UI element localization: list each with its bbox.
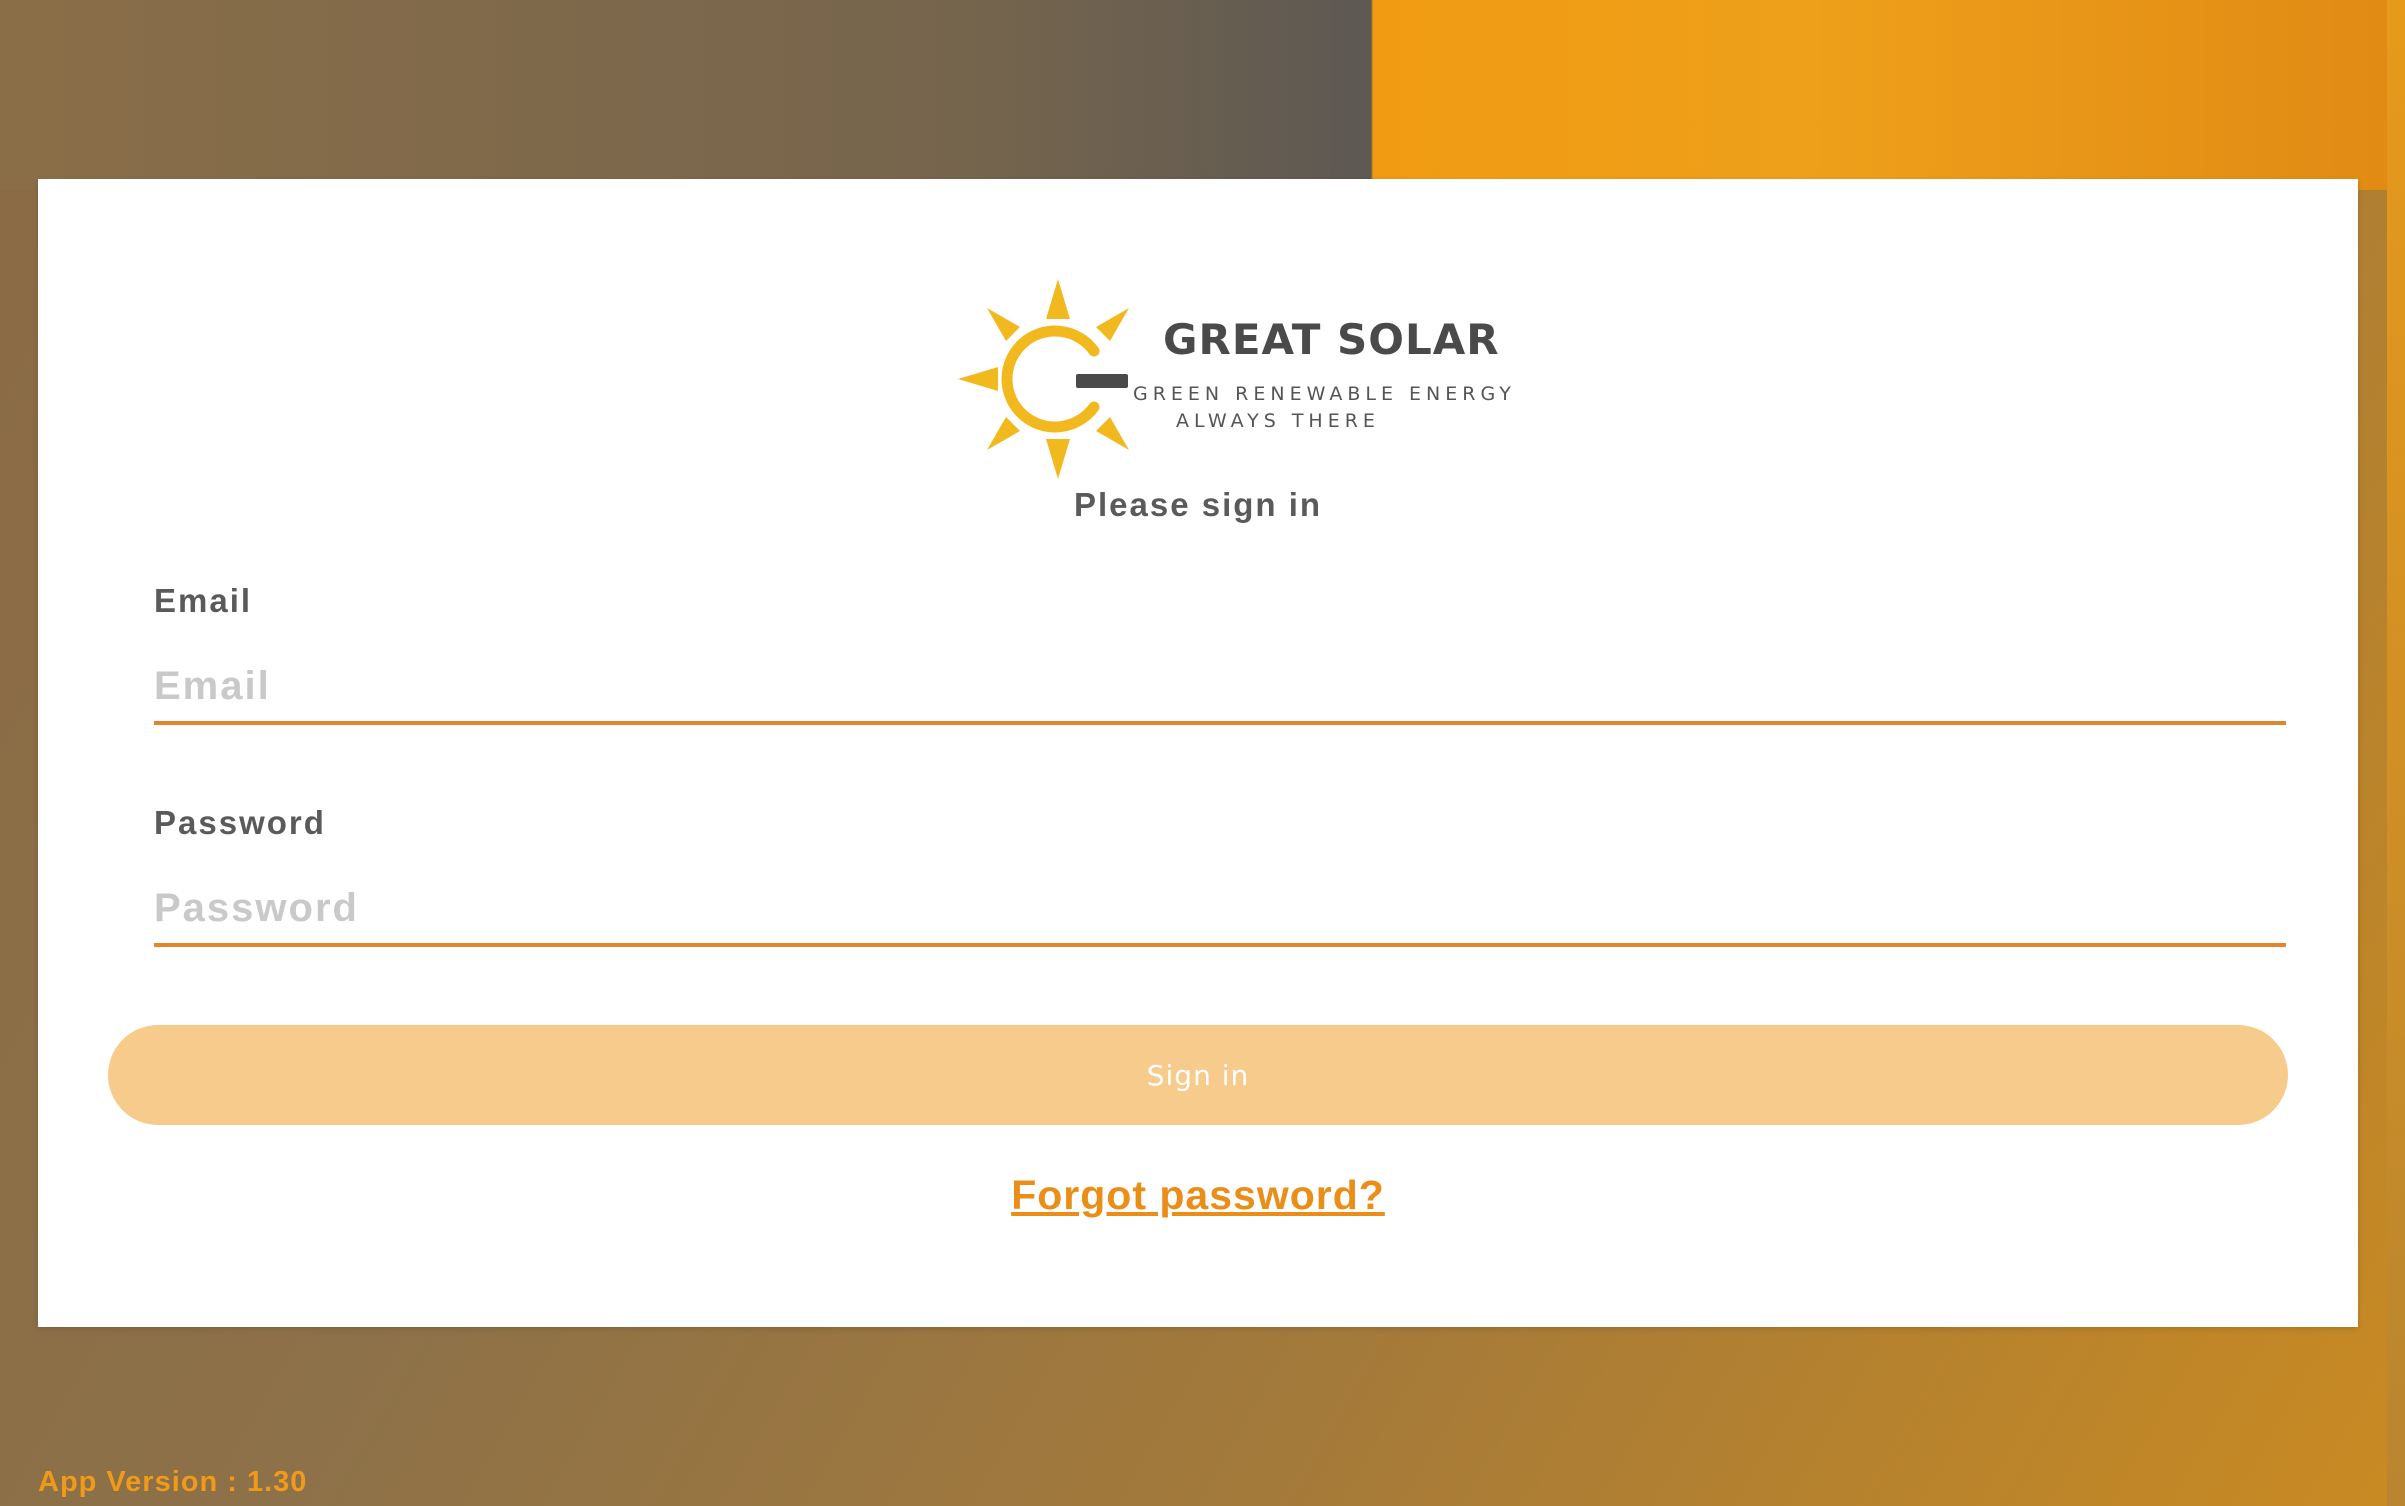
header-slant (1330, 0, 1410, 190)
sign-in-button[interactable]: Sign in (108, 1025, 2288, 1125)
page-subtitle: Please sign in (1073, 486, 1323, 523)
header-background-band (0, 0, 2405, 190)
brand-tagline-line2: ALWAYS THERE (1176, 410, 1380, 432)
email-label: Email (154, 582, 253, 619)
forgot-password-link[interactable]: Forgot password? (1011, 1172, 1385, 1218)
right-edge-strip (2387, 0, 2405, 1506)
forgot-password-container: Forgot password? (38, 1172, 2358, 1219)
password-label: Password (154, 804, 326, 841)
brand-tagline-line1: GREEN RENEWABLE ENERGY (1133, 383, 1516, 405)
email-input[interactable] (154, 651, 2286, 725)
password-input[interactable] (154, 873, 2286, 947)
login-card: GREAT SOLAR GREEN RENEWABLE ENERGY ALWAY… (38, 179, 2358, 1327)
brand-logo: GREAT SOLAR GREEN RENEWABLE ENERGY ALWAY… (958, 279, 1511, 479)
brand-name: GREAT SOLAR (1163, 315, 1500, 364)
sun-logo-icon (958, 279, 1129, 479)
app-version: App Version : 1.30 (38, 1466, 308, 1498)
